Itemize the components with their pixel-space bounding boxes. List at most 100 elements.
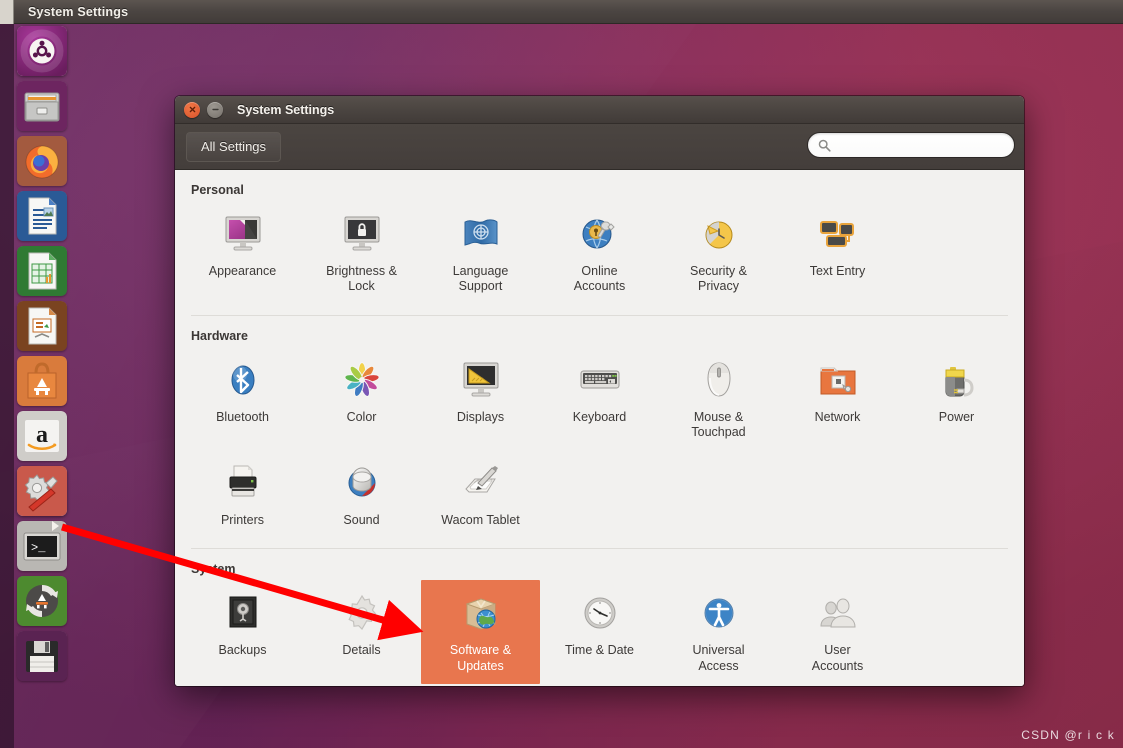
launcher-item-firefox[interactable] bbox=[17, 136, 67, 186]
power-battery-icon bbox=[933, 356, 981, 404]
wacom-tablet-stylus-icon bbox=[457, 459, 505, 507]
tile-label: Backups bbox=[218, 643, 267, 658]
system-settings-window: System Settings All Settings Personal Ap… bbox=[175, 96, 1024, 686]
software-updates-box-globe-icon bbox=[457, 589, 505, 637]
tile-keyboard[interactable]: Keyboard bbox=[540, 347, 659, 451]
tile-grid-hardware: Bluetooth Color Displays Keyboard Mouse … bbox=[183, 347, 1016, 539]
tile-label: Time & Date bbox=[564, 643, 634, 658]
ubuntu-logo-icon bbox=[17, 26, 67, 76]
tile-label: Displays bbox=[456, 409, 505, 424]
tile-bluetooth[interactable]: Bluetooth bbox=[183, 347, 302, 451]
tile-label: Security & Privacy bbox=[690, 264, 747, 294]
launcher-item-amazon[interactable]: a bbox=[17, 411, 67, 461]
appearance-monitor-icon bbox=[219, 210, 267, 258]
tile-security-privacy[interactable]: Security & Privacy bbox=[659, 201, 778, 305]
color-pinwheel-icon bbox=[338, 356, 386, 404]
tile-label: User Accounts bbox=[811, 643, 864, 673]
tile-power[interactable]: Power bbox=[897, 347, 1016, 451]
group-title-personal: Personal bbox=[191, 183, 244, 197]
displays-monitor-ruler-icon bbox=[457, 356, 505, 404]
tile-network[interactable]: Network bbox=[778, 347, 897, 451]
tile-grid-personal: Appearance Brightness & Lock Language Su… bbox=[183, 201, 1016, 305]
tile-user-accounts[interactable]: User Accounts bbox=[778, 580, 897, 684]
tile-displays[interactable]: Displays bbox=[421, 347, 540, 451]
firefox-icon bbox=[17, 136, 67, 186]
panel-app-title: System Settings bbox=[28, 4, 129, 19]
launcher-item-software-updater[interactable] bbox=[17, 576, 67, 626]
software-bag-icon bbox=[17, 356, 67, 406]
tile-wacom-tablet[interactable]: Wacom Tablet bbox=[421, 450, 540, 538]
top-panel[interactable]: System Settings bbox=[0, 0, 1123, 24]
tile-label: Online Accounts bbox=[573, 264, 626, 294]
tile-empty-slot bbox=[897, 201, 1016, 305]
window-toolbar: All Settings bbox=[175, 124, 1024, 170]
tile-mouse-touchpad[interactable]: Mouse & Touchpad bbox=[659, 347, 778, 451]
text-entry-keys-icon bbox=[814, 210, 862, 258]
search-input[interactable] bbox=[837, 138, 1004, 152]
launcher-item-terminal[interactable]: >_ bbox=[17, 521, 67, 571]
tile-details[interactable]: Details bbox=[302, 580, 421, 684]
launcher-item-libreoffice-writer[interactable] bbox=[17, 191, 67, 241]
unity-launcher[interactable] bbox=[0, 24, 14, 748]
minimize-icon[interactable] bbox=[207, 101, 223, 118]
tile-label: Language Support bbox=[452, 264, 509, 294]
launcher-item-dash-home[interactable] bbox=[17, 26, 67, 76]
svg-text:>_: >_ bbox=[31, 541, 46, 555]
tile-text-entry[interactable]: Text Entry bbox=[778, 201, 897, 305]
launcher-item-system-settings[interactable] bbox=[17, 466, 67, 516]
sound-knob-icon bbox=[338, 459, 386, 507]
tile-color[interactable]: Color bbox=[302, 347, 421, 451]
tile-software-updates[interactable]: Software & Updates bbox=[421, 580, 540, 684]
language-flag-icon bbox=[457, 210, 505, 258]
tile-label: Appearance bbox=[208, 264, 277, 278]
universal-access-icon bbox=[695, 589, 743, 637]
user-accounts-icon bbox=[814, 589, 862, 637]
time-date-clock-icon bbox=[576, 589, 624, 637]
printer-icon bbox=[219, 459, 267, 507]
svg-text:a: a bbox=[36, 422, 48, 448]
bluetooth-icon bbox=[219, 356, 267, 404]
launcher-icon-list: a >_ bbox=[17, 26, 69, 681]
network-folder-icon bbox=[814, 356, 862, 404]
tile-label: Bluetooth bbox=[216, 409, 269, 424]
tile-empty-slot bbox=[659, 450, 778, 538]
tile-label: Mouse & Touchpad bbox=[691, 409, 746, 439]
tile-universal-access[interactable]: Universal Access bbox=[659, 580, 778, 684]
launcher-item-libreoffice-calc[interactable] bbox=[17, 246, 67, 296]
terminal-icon: >_ bbox=[17, 521, 67, 571]
amazon-icon: a bbox=[17, 411, 67, 461]
all-settings-button[interactable]: All Settings bbox=[186, 131, 282, 162]
launcher-item-files[interactable] bbox=[17, 81, 67, 131]
launcher-item-workspace-save[interactable] bbox=[17, 631, 67, 681]
details-gear-icon bbox=[338, 589, 386, 637]
window-titlebar[interactable]: System Settings bbox=[175, 96, 1024, 124]
watermark: CSDN @r i c k bbox=[1021, 728, 1115, 742]
tile-language-support[interactable]: Language Support bbox=[421, 201, 540, 305]
search-box[interactable] bbox=[807, 132, 1015, 158]
tile-label: Keyboard bbox=[572, 409, 627, 424]
window-title: System Settings bbox=[237, 102, 335, 117]
search-icon bbox=[818, 139, 831, 152]
tile-backups[interactable]: Backups bbox=[183, 580, 302, 684]
launcher-item-ubuntu-software[interactable] bbox=[17, 356, 67, 406]
tile-label: Network bbox=[814, 409, 861, 424]
close-icon[interactable] bbox=[184, 101, 200, 118]
tile-appearance[interactable]: Appearance bbox=[183, 201, 302, 305]
tile-label: Text Entry bbox=[809, 264, 866, 278]
online-accounts-globe-key-icon bbox=[576, 210, 624, 258]
tile-empty-slot bbox=[778, 450, 897, 538]
tile-label: Details bbox=[342, 643, 381, 658]
settings-panel-body: Personal Appearance Brightness & Lock La… bbox=[175, 170, 1024, 686]
tile-online-accounts[interactable]: Online Accounts bbox=[540, 201, 659, 305]
tile-printers[interactable]: Printers bbox=[183, 450, 302, 538]
tile-sound[interactable]: Sound bbox=[302, 450, 421, 538]
tile-label: Brightness & Lock bbox=[326, 264, 397, 294]
floppy-disk-icon bbox=[17, 631, 67, 681]
tile-brightness-lock[interactable]: Brightness & Lock bbox=[302, 201, 421, 305]
document-writer-icon bbox=[17, 191, 67, 241]
security-privacy-clock-icon bbox=[695, 210, 743, 258]
tile-time-date[interactable]: Time & Date bbox=[540, 580, 659, 684]
desktop-screen: System Settings a >_ System Settings All… bbox=[0, 0, 1123, 748]
launcher-item-libreoffice-impress[interactable] bbox=[17, 301, 67, 351]
tile-empty-slot bbox=[897, 580, 1016, 684]
